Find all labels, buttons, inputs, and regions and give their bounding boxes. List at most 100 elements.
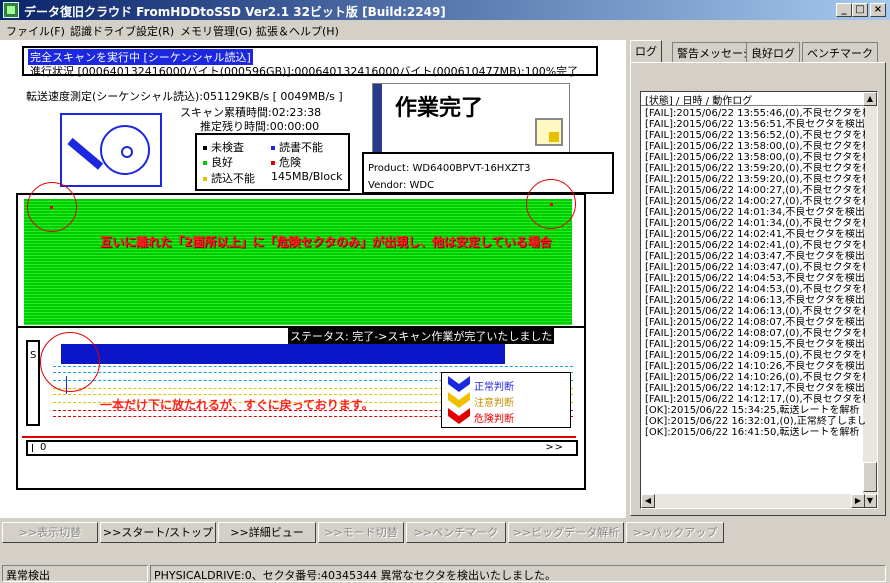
scroll-right-icon[interactable]: ▶ — [851, 494, 865, 508]
drive-info: Product: WD6400BPVT-16HXZT3 Vendor: WDC — [362, 152, 614, 194]
mode-switch-button[interactable]: >>モード切替 — [318, 522, 404, 543]
window-title: データ復旧クラウド FromHDDtoSSD Ver2.1 32ビット版 [Bu… — [24, 5, 446, 19]
danger-arrow-icon — [448, 408, 470, 424]
log-row[interactable]: [OK]:2015/06/22 16:32:01,(0),正常終了しまし — [645, 416, 865, 427]
log-row[interactable]: [FAIL]:2015/06/22 14:10:26,(0),不良セクタを検出 — [645, 372, 865, 383]
scroll-down-icon[interactable]: ▼ — [863, 494, 877, 508]
legend-good: 良好 — [203, 154, 233, 170]
status-bar: 異常検出 PHYSICALDRIVE:0、セクタ番号:40345344 異常なセ… — [0, 563, 890, 583]
maximize-button[interactable]: □ — [852, 3, 868, 17]
legend-danger-swatch — [271, 161, 275, 165]
toggle-view-button[interactable]: >>表示切替 — [2, 522, 98, 543]
judgement-legend: 正常判断 注意判断 危険判断 — [441, 372, 571, 428]
log-row[interactable]: [FAIL]:2015/06/22 14:03:47,(0),不良セクタを検出 — [645, 262, 865, 273]
legend-danger-judgement: 危険判断 — [474, 414, 514, 425]
menu-file[interactable]: ファイル(F) — [6, 23, 65, 39]
log-row[interactable]: [FAIL]:2015/06/22 14:04:53,不良セクタを検出 — [645, 273, 865, 284]
legend-danger: 危険 — [271, 154, 301, 170]
log-row[interactable]: [FAIL]:2015/06/22 14:09:15,(0),不良セクタを検出 — [645, 350, 865, 361]
log-hscrollbar[interactable]: ◀ ▶ — [641, 494, 865, 508]
log-row[interactable]: [FAIL]:2015/06/22 13:58:00,(0),不良セクタを検出 — [645, 152, 865, 163]
log-row[interactable]: [FAIL]:2015/06/22 14:12:17,(0),不良セクタを検出 — [645, 394, 865, 405]
guide-line — [53, 366, 573, 367]
start-stop-button[interactable]: >>スタート/ストップ — [100, 522, 216, 543]
log-row[interactable]: [FAIL]:2015/06/22 14:00:27,(0),不良セクタを検出 — [645, 196, 865, 207]
log-row[interactable]: [FAIL]:2015/06/22 14:04:53,(0),不良セクタを検出 — [645, 284, 865, 295]
hdd-icon — [60, 113, 162, 187]
tab-log[interactable]: ログ — [630, 40, 662, 62]
log-row[interactable]: [FAIL]:2015/06/22 13:55:46,(0),不良セクタを検出 — [645, 108, 865, 119]
log-row[interactable]: [FAIL]:2015/06/22 13:56:51,不良セクタを検出 — [645, 119, 865, 130]
log-row[interactable]: [FAIL]:2015/06/22 14:08:07,(0),不良セクタを検出 — [645, 328, 865, 339]
scroll-left-icon[interactable]: ◀ — [641, 494, 655, 508]
benchmark-button[interactable]: >>ベンチマーク — [406, 522, 506, 543]
timeline-bar[interactable]: 0 >> — [26, 440, 578, 456]
log-row[interactable]: [FAIL]:2015/06/22 14:00:27,(0),不良セクタを検出 — [645, 185, 865, 196]
danger-threshold-line — [22, 436, 576, 438]
scroll-thumb[interactable] — [863, 462, 877, 492]
log-row[interactable]: [FAIL]:2015/06/22 13:56:52,(0),不良セクタを検出 — [645, 130, 865, 141]
log-row[interactable]: [FAIL]:2015/06/22 14:02:41,不良セクタを検出 — [645, 229, 865, 240]
log-scrollbar[interactable]: ▲ ▼ — [863, 92, 877, 508]
log-row[interactable]: [FAIL]:2015/06/22 13:59:20,(0),不良セクタを検出 — [645, 174, 865, 185]
timeline-next[interactable]: >> — [545, 442, 564, 453]
log-row[interactable]: [FAIL]:2015/06/22 14:02:41,(0),不良セクタを検出 — [645, 240, 865, 251]
legend-unchecked: 未検査 — [203, 139, 244, 155]
app-icon — [3, 2, 19, 18]
log-row[interactable]: [FAIL]:2015/06/22 14:06:13,(0),不良セクタを検出 — [645, 306, 865, 317]
normal-arrow-icon — [448, 376, 470, 392]
log-row[interactable]: [OK]:2015/06/22 16:41:50,転送レートを解析 — [645, 427, 865, 438]
vendor-name: Vendor: WDC — [368, 180, 435, 191]
log-row[interactable]: [FAIL]:2015/06/22 14:01:34,(0),不良セクタを検出 — [645, 218, 865, 229]
hdd-arm — [67, 137, 104, 170]
log-row[interactable]: [FAIL]:2015/06/22 14:12:17,不良セクタを検出 — [645, 383, 865, 394]
log-row[interactable]: [FAIL]:2015/06/22 14:06:13,不良セクタを検出 — [645, 295, 865, 306]
highlight-circle — [40, 332, 100, 392]
tab-good-log[interactable]: 良好ログ — [746, 42, 800, 62]
log-panel: [状態] / 日時 / 動作ログ ▲ ▼ ◀ ▶ [FAIL]:2015/06/… — [630, 62, 886, 516]
legend-unreadable-swatch — [271, 146, 275, 150]
legend-unreadable: 読書不能 — [271, 139, 323, 155]
legend-read-failed: 読込不能 — [203, 170, 255, 186]
legend-read-failed-swatch — [203, 177, 207, 181]
remaining-time: 推定残り時間:00:00:00 — [200, 120, 320, 133]
scan-header: 完全スキャンを実行中 [シーケンシャル読込] 進行状況 [00064013241… — [22, 46, 598, 78]
tab-benchmark[interactable]: ベンチマーク — [802, 42, 878, 62]
transfer-rate-bar — [53, 344, 505, 364]
hdd-platter — [100, 125, 150, 175]
log-row[interactable]: [FAIL]:2015/06/22 14:10:26,不良セクタを検出 — [645, 361, 865, 372]
scroll-up-icon[interactable]: ▲ — [863, 92, 877, 106]
legend-caution: 注意判断 — [474, 398, 514, 409]
completion-panel: 作業完了 — [372, 83, 570, 153]
close-button[interactable]: × — [870, 3, 886, 17]
graph-annotation: 一本だけ下に放たれるが、すぐに戻っております。 — [100, 398, 374, 412]
menu-help[interactable]: 拡張＆ヘルプ(H) — [256, 23, 339, 39]
log-tabs: ログ 警告メッセージ 良好ログ ベンチマーク — [630, 40, 886, 62]
transfer-speed: 転送速度測定(シーケンシャル読込):051129KB/s [ 0049MB/s … — [26, 90, 343, 103]
menu-memory[interactable]: メモリ管理(G) — [180, 23, 252, 39]
log-row[interactable]: [OK]:2015/06/22 15:34:25,転送レートを解析 — [645, 405, 865, 416]
log-header: [状態] / 日時 / 動作ログ — [641, 92, 865, 107]
menu-drive-settings[interactable]: 認識ドライブ設定(R) — [70, 23, 174, 39]
legend-normal: 正常判断 — [474, 382, 514, 393]
timeline-start: 0 — [40, 442, 47, 453]
legend-unchecked-swatch — [203, 146, 207, 150]
bigdata-analysis-button[interactable]: >>ビッグデータ解析 — [508, 522, 624, 543]
log-list[interactable]: [状態] / 日時 / 動作ログ ▲ ▼ ◀ ▶ [FAIL]:2015/06/… — [640, 91, 878, 509]
log-row[interactable]: [FAIL]:2015/06/22 14:01:34,不良セクタを検出 — [645, 207, 865, 218]
backup-button[interactable]: >>バックアップ — [626, 522, 724, 543]
log-row[interactable]: [FAIL]:2015/06/22 14:03:47,不良セクタを検出 — [645, 251, 865, 262]
log-row[interactable]: [FAIL]:2015/06/22 14:08:07,不良セクタを検出 — [645, 317, 865, 328]
sector-map: 互いに離れた「2箇所以上」に「危険セクタのみ」が出現し、他は安定している場合 — [16, 179, 586, 331]
title-bar: データ復旧クラウド FromHDDtoSSD Ver2.1 32ビット版 [Bu… — [0, 0, 890, 20]
detail-view-button[interactable]: >>詳細ビュー — [218, 522, 316, 543]
progress-text: 進行状況 [000640132416000バイト(000596GB)]:0006… — [30, 65, 579, 78]
log-row[interactable]: [FAIL]:2015/06/22 13:58:00,(0),不良セクタを検出 — [645, 141, 865, 152]
main-panel: 完全スキャンを実行中 [シーケンシャル読込] 進行状況 [00064013241… — [0, 40, 626, 518]
minimize-button[interactable]: _ — [836, 3, 852, 17]
good-sector-area — [24, 199, 572, 325]
s-gauge: S — [26, 340, 40, 426]
log-row[interactable]: [FAIL]:2015/06/22 13:59:20,(0),不良セクタを検出 — [645, 163, 865, 174]
legend-block-size: 145MB/Block — [271, 170, 343, 183]
log-row[interactable]: [FAIL]:2015/06/22 14:09:15,不良セクタを検出 — [645, 339, 865, 350]
